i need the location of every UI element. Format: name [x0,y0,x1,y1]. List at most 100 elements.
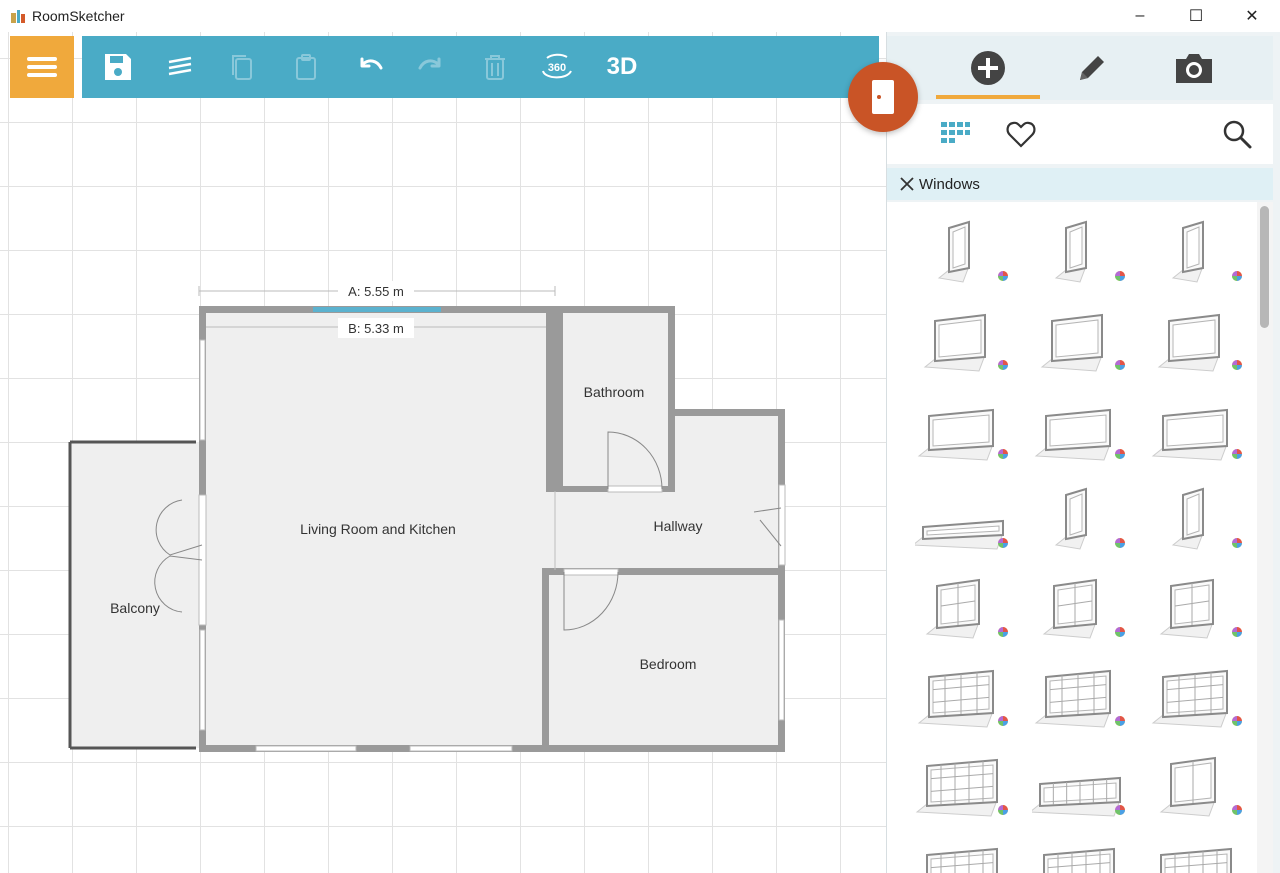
close-filter-icon[interactable] [899,176,915,192]
paste-button[interactable] [288,49,324,85]
maximize-button[interactable]: ☐ [1168,0,1224,32]
window-controls: – ☐ ✕ [1112,0,1280,32]
drawing-canvas[interactable]: A: 5.55 m B: 5.33 m Living Room and Kitc… [0,32,886,873]
window-catalog-item[interactable] [1149,833,1249,873]
save-button[interactable] [100,49,136,85]
window-catalog-item[interactable] [915,744,1015,822]
delete-button[interactable] [477,49,513,85]
undo-button[interactable] [351,49,387,85]
tab-edit[interactable] [1040,36,1144,100]
window-thumbnail-icon [1054,220,1125,283]
layers-button[interactable] [162,49,198,85]
copy-button[interactable] [225,49,261,85]
grid-view-button[interactable] [937,116,973,152]
panel-tabs [887,36,1273,100]
search-icon [1223,120,1252,149]
room-label-hallway: Hallway [653,518,702,534]
menu-button[interactable] [10,36,74,98]
window-catalog-item[interactable] [915,477,1015,555]
filter-label: Windows [919,175,980,193]
roomsketcher-logo-icon [11,10,25,23]
active-tab-indicator [936,95,1040,99]
pencil-icon [1080,56,1104,80]
main-toolbar: 360 3D [82,36,879,98]
door-icon [872,80,894,114]
window-catalog-item[interactable] [1149,477,1249,555]
camera-icon [1176,54,1212,83]
redo-icon [418,57,441,70]
window-thumbnail-icon [1160,847,1232,873]
window-thumbnail-icon [1040,313,1125,372]
rotate-360-icon: 360 [542,53,572,79]
close-button[interactable]: ✕ [1224,0,1280,32]
window-catalog-item[interactable] [915,655,1015,733]
window-thumbnail-icon [915,758,1008,817]
side-panel: Windows [886,32,1280,873]
window-thumbnail-icon [926,847,998,873]
clipboard-icon [296,54,316,80]
redo-button[interactable] [414,49,450,85]
window-thumbnail-icon [917,408,1008,461]
window-thumbnail-icon [915,519,1008,550]
search-button[interactable] [1219,116,1255,152]
tab-add[interactable] [936,36,1040,100]
minimize-button[interactable]: – [1112,0,1168,32]
scrollbar-thumb[interactable] [1260,206,1269,328]
door-tool-button[interactable] [848,62,918,132]
window-catalog-item[interactable] [1032,655,1132,733]
room-label-bathroom: Bathroom [584,384,645,400]
window-catalog-item[interactable] [1032,566,1132,644]
room-label-balcony: Balcony [110,600,160,616]
trash-icon [485,55,505,80]
window-catalog-item[interactable] [1149,299,1249,377]
catalog-grid [887,202,1257,873]
grid-icon [941,122,970,143]
window-catalog-item[interactable] [1149,210,1249,288]
window-catalog-item[interactable] [915,299,1015,377]
window-thumbnail-icon [1043,847,1115,873]
window-thumbnail-icon [937,220,1008,283]
window-catalog-item[interactable] [1149,566,1249,644]
tab-snapshot[interactable] [1142,36,1246,100]
window-thumbnail-icon [917,669,1008,728]
window-catalog-item[interactable] [915,388,1015,466]
window-catalog-item[interactable] [1032,833,1132,873]
window-catalog-item[interactable] [915,210,1015,288]
favorites-button[interactable] [1003,116,1039,152]
layers-icon [168,56,192,76]
view-360-button[interactable]: 360 [539,49,575,85]
catalog-toolbar [887,104,1273,164]
heart-icon [1006,121,1036,148]
dimension-b-label: B: 5.33 m [348,321,404,336]
window-catalog-item[interactable] [1032,299,1132,377]
window-thumbnail-icon [1032,776,1125,817]
selected-window[interactable] [313,307,441,312]
floor-plan[interactable]: A: 5.55 m B: 5.33 m Living Room and Kitc… [0,32,886,873]
window-catalog-item[interactable] [1032,744,1132,822]
balcony-floor[interactable] [70,442,202,748]
category-filter: Windows [887,168,1273,200]
window-catalog-item[interactable] [1032,210,1132,288]
window-thumbnail-icon [1042,578,1125,639]
window-thumbnail-icon [1171,487,1242,550]
window-catalog-item[interactable] [915,833,1015,873]
window-thumbnail-icon [1159,756,1242,817]
window-catalog-item[interactable] [1032,388,1132,466]
window-thumbnail-icon [923,313,1008,372]
window-catalog-item[interactable] [1149,655,1249,733]
view-3d-button[interactable]: 3D [600,49,644,85]
window-thumbnail-icon [1171,220,1242,283]
room-label-bedroom: Bedroom [640,656,697,672]
roomsketcher-app: RoomSketcher – ☐ ✕ A: 5.55 m B: 5.33 m L… [0,0,1280,873]
app-title: RoomSketcher [32,8,125,24]
window-catalog-item[interactable] [915,566,1015,644]
window-thumbnail-icon [1157,313,1242,372]
window-catalog-item[interactable] [1149,744,1249,822]
window-catalog-item[interactable] [1149,388,1249,466]
window-thumbnail-icon [1054,487,1125,550]
window-thumbnail-icon [1159,578,1242,639]
catalog-scrollbar[interactable] [1257,202,1273,873]
window-catalog-item[interactable] [1032,477,1132,555]
window-thumbnail-icon [1034,669,1125,728]
plus-circle-icon [971,51,1005,85]
